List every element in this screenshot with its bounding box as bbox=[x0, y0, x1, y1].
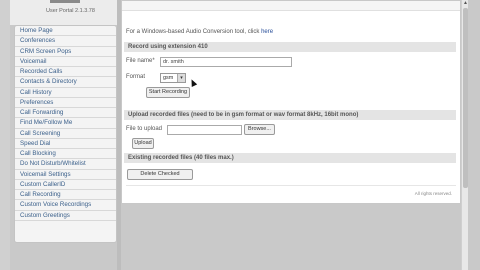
sidebar-item-recorded-calls[interactable]: Recorded Calls bbox=[15, 67, 116, 78]
sidebar-item-voicemail[interactable]: Voicemail bbox=[15, 57, 116, 67]
page-scrollbar[interactable]: ▲ bbox=[461, 0, 468, 270]
sidebar-item-call-blocking[interactable]: Call Blocking bbox=[15, 149, 116, 160]
upload-section-header: Upload recorded files (need to be in gsm… bbox=[124, 110, 456, 120]
sidebar-item-custom-voice-recordings[interactable]: Custom Voice Recordings bbox=[15, 200, 116, 211]
format-select-value: gsm bbox=[163, 75, 174, 81]
format-select[interactable]: gsm ▾ bbox=[160, 73, 186, 83]
sidebar-item-call-recording[interactable]: Call Recording bbox=[15, 190, 116, 201]
file-upload-label: File to upload bbox=[126, 126, 163, 132]
main-content: For a Windows-based Audio Conversion too… bbox=[121, 0, 461, 204]
sidebar-item-conferences[interactable]: Conferences bbox=[15, 36, 116, 47]
sidebar-item-call-forwarding[interactable]: Call Forwarding bbox=[15, 108, 116, 119]
sidebar-nav: Home Page Conferences CRM Screen Pops Vo… bbox=[14, 25, 117, 243]
file-name-label: File name* bbox=[126, 58, 155, 64]
logo bbox=[50, 0, 80, 3]
sidebar-item-custom-greetings[interactable]: Custom Greetings bbox=[15, 211, 116, 221]
rights-text: All rights reserved. bbox=[414, 191, 452, 196]
upload-button[interactable]: Upload bbox=[132, 138, 154, 149]
window-right-edge bbox=[468, 0, 480, 270]
sidebar-item-speed-dial[interactable]: Speed Dial bbox=[15, 139, 116, 149]
sidebar-item-custom-callerid[interactable]: Custom CallerID bbox=[15, 180, 116, 190]
window-left-edge bbox=[0, 0, 10, 270]
sidebar-item-contacts-directory[interactable]: Contacts & Directory bbox=[15, 77, 116, 88]
footer-divider bbox=[126, 185, 456, 186]
top-band bbox=[122, 1, 460, 11]
sidebar-item-do-not-disturb[interactable]: Do Not Disturb/Whitelist bbox=[15, 159, 116, 170]
sidebar-item-call-screening[interactable]: Call Screening bbox=[15, 129, 116, 139]
sidebar-item-preferences[interactable]: Preferences bbox=[15, 98, 116, 108]
browse-button[interactable]: Browse... bbox=[244, 124, 275, 135]
portal-header: User Portal 2.1.3.78 bbox=[10, 0, 118, 25]
existing-files-header: Existing recorded files (40 files max.) bbox=[124, 153, 456, 163]
chevron-down-icon: ▾ bbox=[177, 74, 185, 82]
record-section-header: Record using extension 410 bbox=[124, 42, 456, 52]
file-name-input[interactable] bbox=[160, 57, 292, 67]
format-label: Format bbox=[126, 74, 146, 80]
sidebar-item-find-me-follow-me[interactable]: Find Me/Follow Me bbox=[15, 118, 116, 129]
conversion-tool-link[interactable]: here bbox=[261, 29, 273, 35]
sidebar-item-crm-screen-pops[interactable]: CRM Screen Pops bbox=[15, 47, 116, 57]
start-recording-button[interactable]: Start Recording bbox=[146, 87, 190, 98]
conversion-tool-label: For a Windows-based Audio Conversion too… bbox=[126, 29, 260, 35]
sidebar-item-call-history[interactable]: Call History bbox=[15, 88, 116, 98]
delete-checked-button[interactable]: Delete Checked bbox=[127, 169, 193, 180]
sidebar-item-home-page[interactable]: Home Page bbox=[15, 26, 116, 37]
conversion-tool-text: For a Windows-based Audio Conversion too… bbox=[126, 29, 273, 35]
file-upload-field[interactable] bbox=[167, 125, 242, 135]
sidebar-item-voicemail-settings[interactable]: Voicemail Settings bbox=[15, 170, 116, 180]
version-label: User Portal 2.1.3.78 bbox=[46, 8, 95, 14]
